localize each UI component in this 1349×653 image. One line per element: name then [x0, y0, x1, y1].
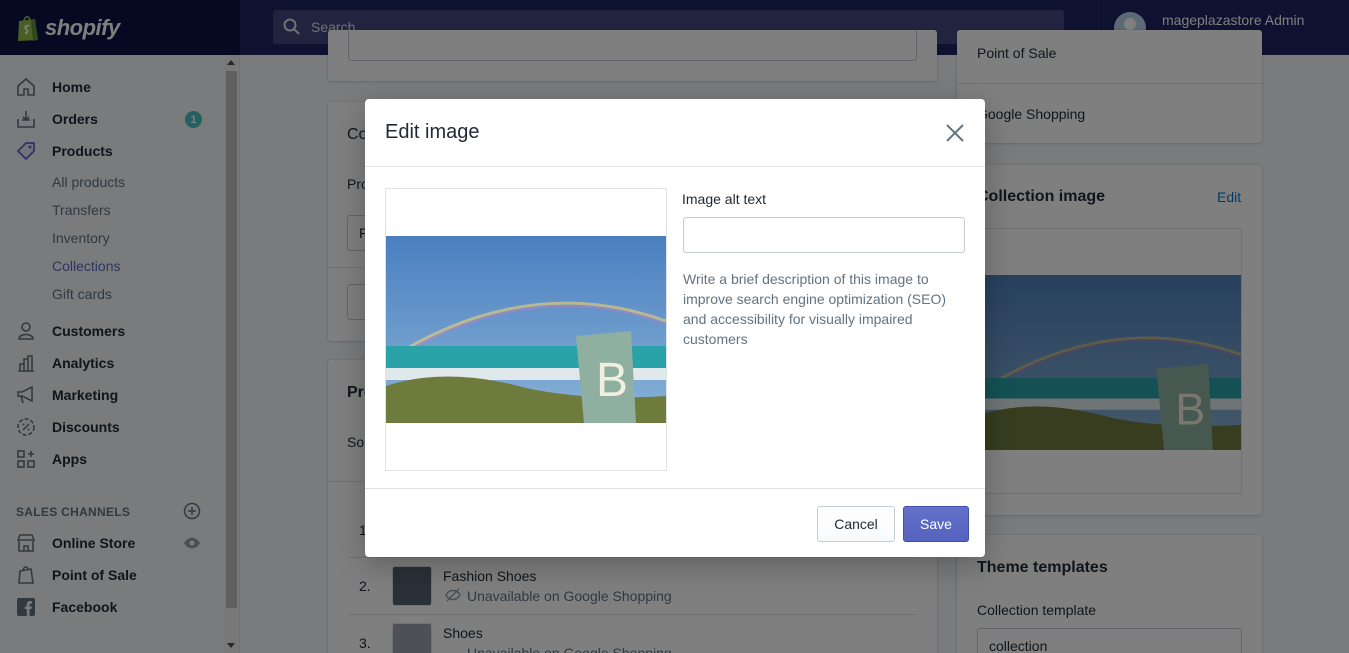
alt-text-input[interactable] — [683, 217, 965, 253]
alt-text-help: Write a brief description of this image … — [683, 271, 947, 347]
modal-header: Edit image — [365, 99, 985, 167]
cancel-button[interactable]: Cancel — [817, 506, 895, 542]
close-icon[interactable] — [945, 123, 965, 143]
alt-text-label: Image alt text — [682, 191, 767, 207]
svg-text:B: B — [596, 354, 628, 407]
save-button[interactable]: Save — [903, 506, 969, 542]
image-preview: B — [385, 188, 667, 471]
modal-title: Edit image — [385, 121, 480, 143]
rainbow-beach-photo: B — [386, 236, 666, 423]
edit-image-modal: Edit image B Image alt text Write a brie… — [365, 99, 985, 557]
modal-footer: Cancel Save — [365, 488, 985, 557]
